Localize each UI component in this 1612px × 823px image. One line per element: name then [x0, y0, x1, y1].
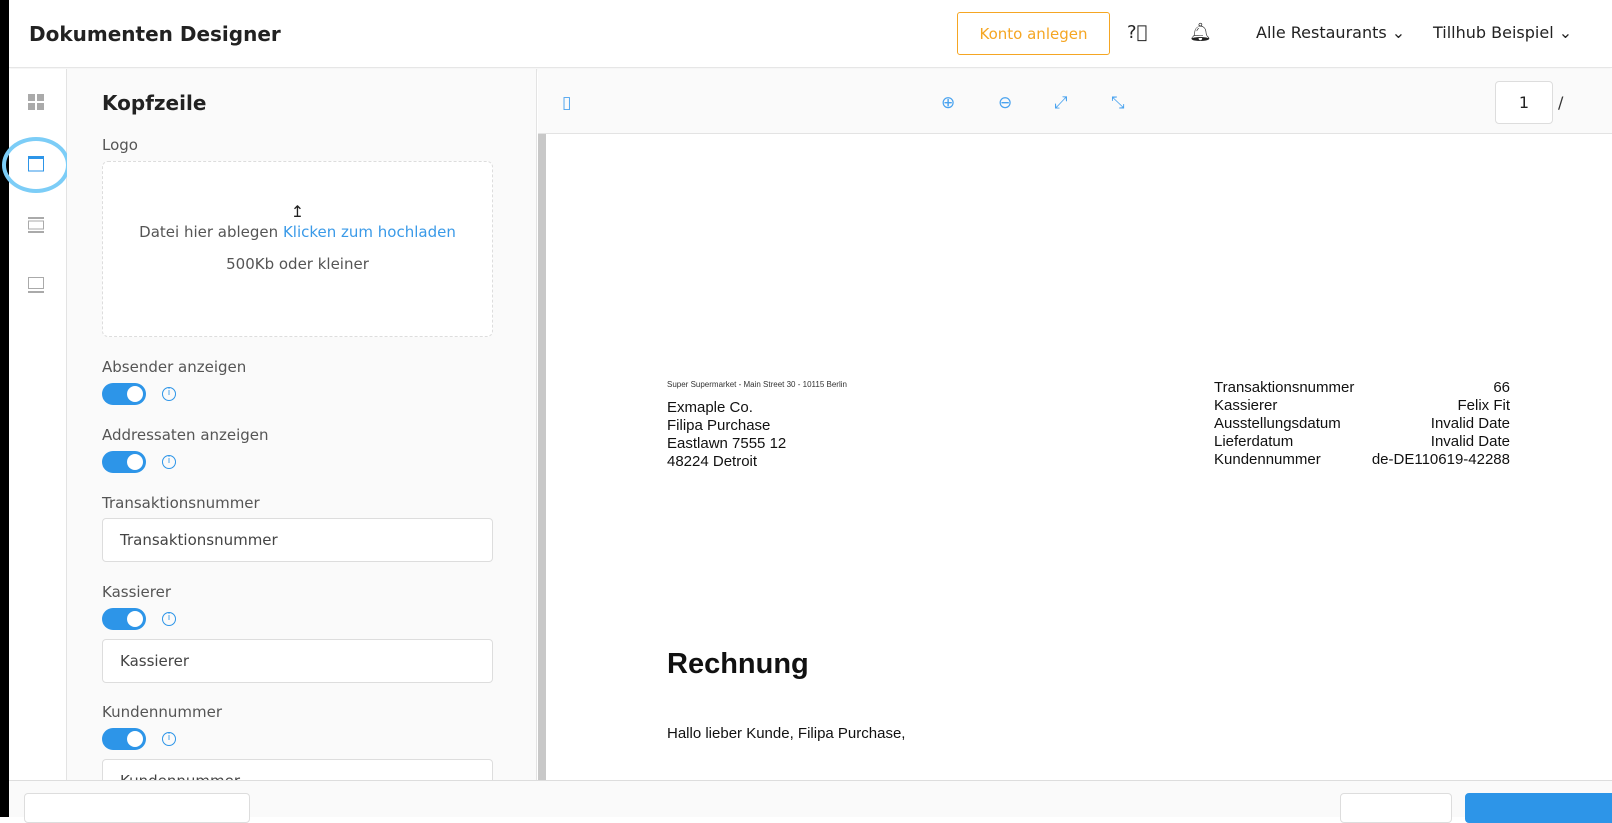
- account-dropdown[interactable]: Tillhub Beispiel ⌄: [1433, 23, 1572, 42]
- upload-link[interactable]: Klicken zum hochladen: [283, 223, 456, 241]
- info-icon[interactable]: i: [162, 732, 176, 746]
- kassierer-label: Kassierer: [102, 583, 172, 601]
- footer-layout-icon[interactable]: [28, 277, 44, 293]
- grid-icon[interactable]: [28, 94, 44, 110]
- bell-icon[interactable]: 🔔︎: [1189, 22, 1212, 43]
- account-label: Tillhub Beispiel: [1433, 23, 1554, 42]
- sender-line: Super Supermarket - Main Street 30 - 101…: [667, 380, 847, 389]
- preview-toolbar: ▯ ⊕ ⊖ ⤢ ⤡ 1 /: [538, 69, 1612, 134]
- absender-label: Absender anzeigen: [102, 358, 247, 376]
- logo-label: Logo: [102, 136, 138, 154]
- addressaten-label: Addressaten anzeigen: [102, 426, 269, 444]
- cancel-button[interactable]: [1340, 793, 1452, 823]
- document-heading: Rechnung: [667, 648, 809, 680]
- invoice-meta: Transaktionsnummer 66 Kassierer Felix Fit …: [1214, 379, 1510, 469]
- address-line: Eastlawn 7555 12: [667, 435, 787, 452]
- collapse-icon[interactable]: ⤡: [1111, 93, 1125, 113]
- kunden-label: Kundennummer: [102, 703, 222, 721]
- kunden-input[interactable]: Kundennummer: [102, 759, 493, 780]
- body-layout-icon[interactable]: [28, 217, 44, 233]
- info-icon[interactable]: i: [162, 455, 176, 469]
- top-bar: Dokumenten Designer Konto anlegen ?⃝ 🔔︎ …: [9, 0, 1612, 68]
- address-line: Filipa Purchase: [667, 417, 771, 434]
- chevron-down-icon: ⌄: [1391, 23, 1406, 42]
- meta-row: Ausstellungsdatum Invalid Date: [1214, 415, 1510, 432]
- absender-toggle[interactable]: [102, 383, 146, 405]
- meta-row: Kundennummer de-DE110619-42288: [1214, 451, 1510, 468]
- expand-icon[interactable]: ⤢: [1054, 93, 1068, 113]
- info-icon[interactable]: i: [162, 387, 176, 401]
- sidebar-toggle-icon[interactable]: ▯: [562, 93, 571, 113]
- transaktion-label: Transaktionsnummer: [102, 494, 260, 512]
- zoom-in-icon[interactable]: ⊕: [941, 93, 955, 113]
- zoom-out-icon[interactable]: ⊖: [998, 93, 1012, 113]
- screen-edge: [0, 0, 9, 817]
- kassierer-toggle[interactable]: [102, 608, 146, 630]
- bottom-bar: [9, 780, 1612, 823]
- chevron-down-icon: ⌄: [1558, 23, 1573, 42]
- transaktion-input[interactable]: Transaktionsnummer: [102, 518, 493, 562]
- document-preview: Super Supermarket - Main Street 30 - 101…: [546, 134, 1612, 780]
- help-icon[interactable]: ?⃝: [1127, 22, 1147, 43]
- address-line: Exmaple Co.: [667, 399, 753, 416]
- meta-row: Kassierer Felix Fit: [1214, 397, 1510, 414]
- panel-scrollbar[interactable]: [538, 134, 546, 780]
- recipient-address: Exmaple Co. Filipa Purchase Eastlawn 755…: [667, 399, 786, 471]
- restaurant-dropdown[interactable]: Alle Restaurants ⌄: [1256, 23, 1405, 42]
- header-layout-icon[interactable]: [28, 156, 44, 172]
- settings-panel: Kopfzeile Logo ↥ Datei hier ablegen Klic…: [67, 69, 537, 780]
- meta-row: Lieferdatum Invalid Date: [1214, 433, 1510, 450]
- save-button[interactable]: [1465, 793, 1612, 823]
- meta-row: Transaktionsnummer 66: [1214, 379, 1510, 396]
- section-rail: [2, 69, 70, 780]
- logo-dropzone[interactable]: ↥ Datei hier ablegen Klicken zum hochlad…: [102, 161, 493, 337]
- app-title: Dokumenten Designer: [29, 21, 281, 46]
- drop-text: Datei hier ablegen: [139, 223, 279, 241]
- panel-title: Kopfzeile: [102, 91, 207, 115]
- drop-hint: 500Kb oder kleiner: [226, 255, 369, 273]
- restaurant-label: Alle Restaurants: [1256, 23, 1387, 42]
- konto-anlegen-button[interactable]: Konto anlegen: [957, 12, 1110, 55]
- greeting: Hallo lieber Kunde, Filipa Purchase,: [667, 725, 906, 742]
- info-icon[interactable]: i: [162, 612, 176, 626]
- address-line: 48224 Detroit: [667, 453, 758, 470]
- kunden-toggle[interactable]: [102, 728, 146, 750]
- upload-icon: ↥: [290, 202, 305, 221]
- page-separator: /: [1558, 93, 1564, 112]
- secondary-button[interactable]: [24, 793, 250, 823]
- addressaten-toggle[interactable]: [102, 451, 146, 473]
- kassierer-input[interactable]: Kassierer: [102, 639, 493, 683]
- page-number-input[interactable]: 1: [1495, 81, 1553, 124]
